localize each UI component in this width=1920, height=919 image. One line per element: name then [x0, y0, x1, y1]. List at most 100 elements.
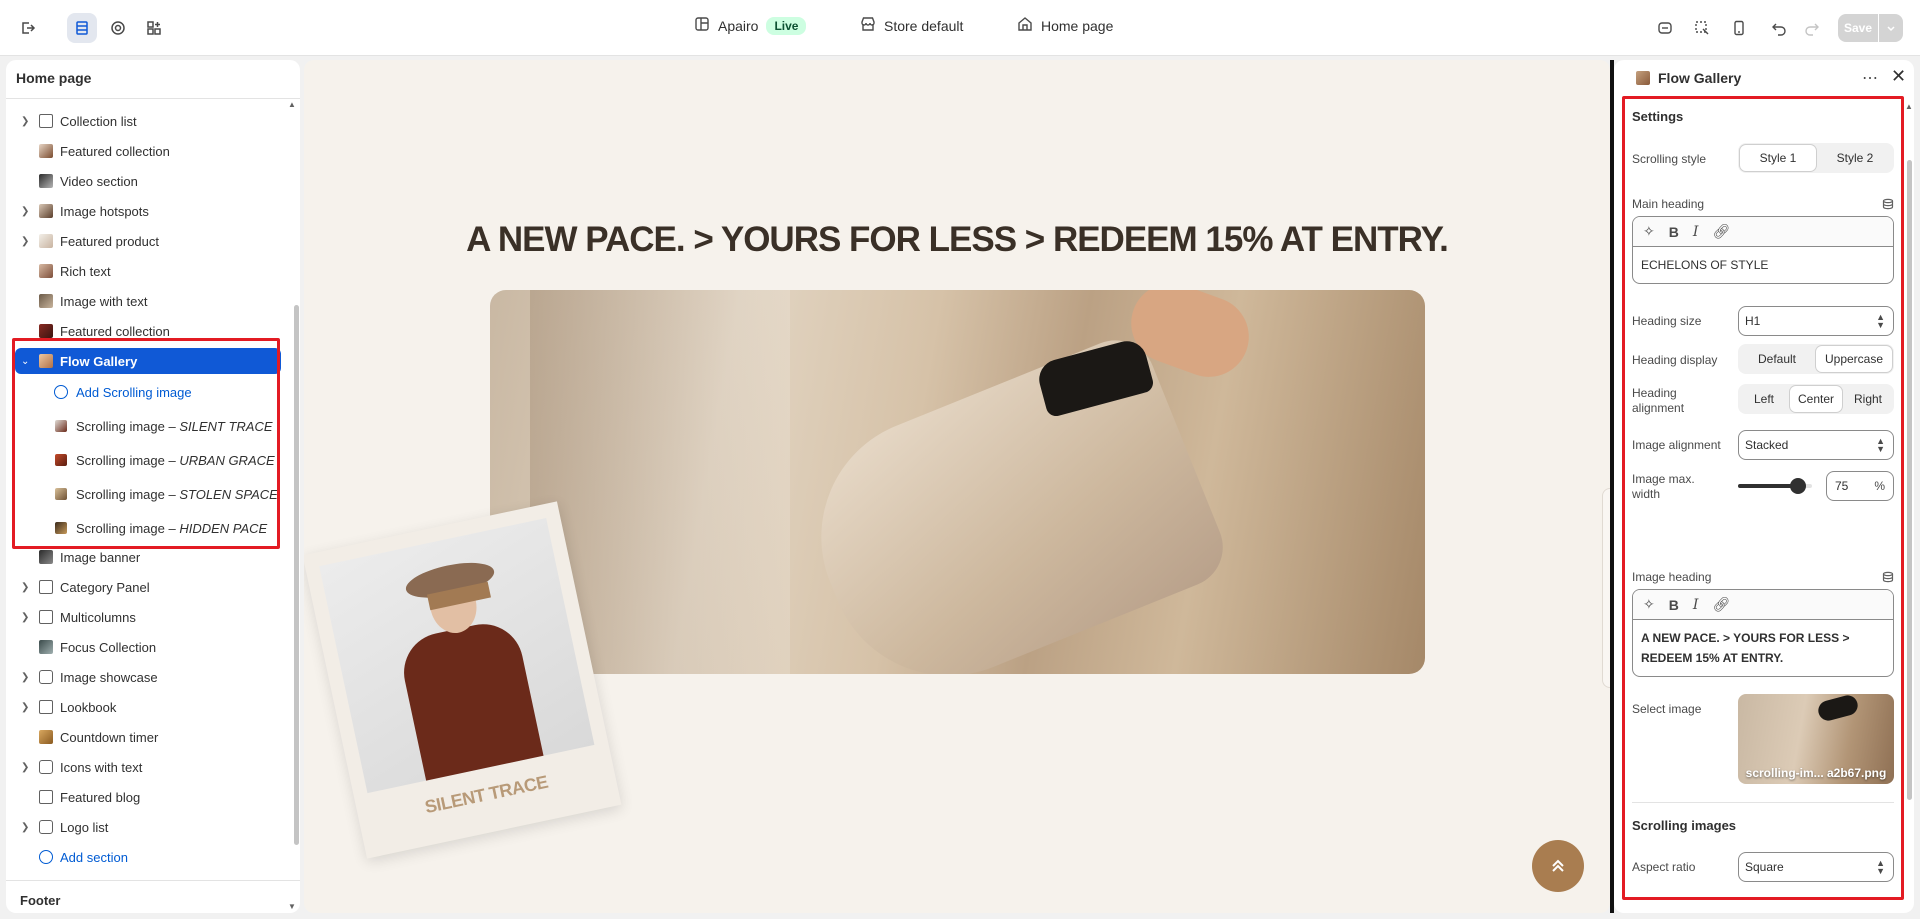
tree-item-flow-gallery[interactable]: ⌄ Flow Gallery	[15, 348, 281, 374]
italic-icon[interactable]: I	[1693, 224, 1699, 240]
close-icon[interactable]: ✕	[1891, 66, 1906, 87]
mobile-view-icon[interactable]	[1724, 13, 1754, 43]
chevron-right-icon[interactable]: ❯	[21, 582, 33, 593]
chevron-right-icon[interactable]: ❯	[21, 236, 33, 247]
image-max-width-slider-knob[interactable]	[1790, 478, 1806, 494]
tree-item-icons-with-text[interactable]: ❯ Icons with text	[6, 754, 288, 780]
tree-item-lookbook[interactable]: ❯ Lookbook	[6, 694, 288, 720]
thumbnail-icon	[39, 144, 53, 158]
tree-item-label: Featured collection	[60, 323, 170, 339]
scrolling-image-prefix: Scrolling image –	[76, 452, 180, 468]
heading-display-option-default[interactable]: Default	[1740, 346, 1814, 372]
link-icon[interactable]: 🔗︎	[1712, 596, 1730, 613]
thumbnail-icon	[39, 324, 53, 338]
exit-icon[interactable]	[13, 13, 43, 43]
scroll-to-top-button[interactable]	[1532, 840, 1584, 892]
tree-item-scrolling-image-hidden-pace[interactable]: Scrolling image – HIDDEN PACE	[6, 515, 288, 541]
tree-item-image-banner[interactable]: Image banner	[6, 544, 288, 570]
add-section-label: Add section	[60, 849, 128, 865]
sidebar-scrollbar[interactable]	[294, 305, 299, 845]
scroll-up-arrow-icon[interactable]: ▲	[288, 100, 296, 109]
section-icon	[39, 700, 53, 714]
bold-icon[interactable]: B	[1669, 224, 1679, 240]
image-max-width-input[interactable]: 75 %	[1826, 471, 1894, 501]
chevron-right-icon[interactable]: ❯	[21, 822, 33, 833]
alignment-option-center[interactable]: Center	[1790, 386, 1842, 412]
italic-icon[interactable]: I	[1693, 597, 1699, 613]
tree-item-image-hotspots[interactable]: ❯ Image hotspots	[6, 198, 288, 224]
alignment-option-left[interactable]: Left	[1740, 386, 1788, 412]
scrolling-style-option-2[interactable]: Style 2	[1818, 145, 1892, 171]
tree-item-video-section[interactable]: Video section	[6, 168, 288, 194]
ai-sparkle-icon[interactable]: ✧	[1643, 223, 1655, 240]
settings-gear-icon[interactable]	[103, 13, 133, 43]
ai-sparkle-icon[interactable]: ✧	[1643, 596, 1655, 613]
tree-item-logo-list[interactable]: ❯ Logo list	[6, 814, 288, 840]
tree-item-rich-text[interactable]: Rich text	[6, 258, 288, 284]
theme-selector[interactable]: Store default	[860, 16, 963, 35]
tree-item-collection-list[interactable]: ❯ Collection list	[6, 108, 288, 134]
scroll-down-arrow-icon[interactable]: ▼	[288, 902, 296, 911]
tree-item-scrolling-image-stolen-space[interactable]: Scrolling image – STOLEN SPACE	[6, 481, 288, 507]
page-selector[interactable]: Home page	[1017, 16, 1113, 35]
tree-item-featured-collection[interactable]: Featured collection	[6, 138, 288, 164]
dynamic-source-icon[interactable]	[1882, 571, 1894, 583]
chevron-right-icon[interactable]: ❯	[21, 206, 33, 217]
tree-item-focus-collection[interactable]: Focus Collection	[6, 634, 288, 660]
tree-item-featured-blog[interactable]: Featured blog	[6, 784, 288, 810]
image-picker[interactable]: scrolling-im... a2b67.png	[1738, 694, 1894, 784]
image-alignment-select[interactable]: Stacked ▲ ▼	[1738, 430, 1894, 460]
add-scrolling-image-link[interactable]: Add Scrolling image	[6, 379, 288, 405]
redo-icon[interactable]	[1797, 13, 1827, 43]
chevron-right-icon[interactable]: ❯	[21, 116, 33, 127]
add-circle-icon	[39, 850, 53, 864]
tree-item-image-showcase[interactable]: ❯ Image showcase	[6, 664, 288, 690]
tree-item-category-panel[interactable]: ❯ Category Panel	[6, 574, 288, 600]
save-options-chevron-icon[interactable]	[1879, 14, 1903, 42]
settings-scrollbar[interactable]	[1907, 160, 1912, 800]
add-section-link[interactable]: Add section	[6, 844, 288, 870]
scroll-up-arrow-icon[interactable]: ▲	[1905, 102, 1913, 111]
select-element-icon[interactable]	[1687, 13, 1717, 43]
undo-icon[interactable]	[1764, 13, 1794, 43]
tree-item-label: Image hotspots	[60, 203, 149, 219]
tree-item-scrolling-image-silent-trace[interactable]: Scrolling image – SILENT TRACE	[6, 413, 288, 439]
store-selector[interactable]: Apairo Live	[694, 16, 807, 35]
more-options-icon[interactable]: ⋯	[1862, 68, 1878, 88]
link-icon[interactable]: 🔗︎	[1712, 223, 1730, 240]
chevron-right-icon[interactable]: ❯	[21, 702, 33, 713]
tree-item-image-with-text[interactable]: Image with text	[6, 288, 288, 314]
aspect-ratio-label: Aspect ratio	[1632, 860, 1696, 874]
hero-image[interactable]	[490, 290, 1425, 674]
section-icon	[39, 114, 53, 128]
image-max-width-unit: %	[1874, 479, 1885, 493]
thumbnail-icon	[55, 454, 67, 466]
image-heading-input[interactable]: A NEW PACE. > YOURS FOR LESS > REDEEM 15…	[1633, 620, 1893, 676]
heading-display-option-uppercase[interactable]: Uppercase	[1816, 346, 1892, 372]
footer-group[interactable]: Footer	[6, 880, 300, 913]
save-button[interactable]: Save	[1838, 14, 1878, 42]
settings-panel: Flow Gallery ⋯ ✕ Settings Scrolling styl…	[1614, 60, 1914, 913]
tree-item-featured-product[interactable]: ❯ Featured product	[6, 228, 288, 254]
heading-display-toggle: Default Uppercase	[1738, 344, 1894, 374]
inspector-icon[interactable]	[1650, 13, 1680, 43]
alignment-option-right[interactable]: Right	[1844, 386, 1892, 412]
heading-size-select[interactable]: H1 ▲ ▼	[1738, 306, 1894, 336]
aspect-ratio-select[interactable]: Square ▲ ▼	[1738, 852, 1894, 882]
tree-item-multicolumns[interactable]: ❯ Multicolumns	[6, 604, 288, 630]
chevron-right-icon[interactable]: ❯	[21, 762, 33, 773]
tree-item-label: Collection list	[60, 113, 137, 129]
tree-item-featured-collection-2[interactable]: Featured collection	[6, 318, 288, 344]
chevron-right-icon[interactable]: ❯	[21, 612, 33, 623]
main-heading-input[interactable]: ECHELONS OF STYLE	[1633, 247, 1893, 283]
tree-item-countdown-timer[interactable]: Countdown timer	[6, 724, 288, 750]
section-thumbnail-icon	[1636, 71, 1650, 85]
apps-icon[interactable]	[139, 13, 169, 43]
sections-icon[interactable]	[67, 13, 97, 43]
bold-icon[interactable]: B	[1669, 597, 1679, 613]
scrolling-style-option-1[interactable]: Style 1	[1740, 145, 1816, 171]
tree-item-scrolling-image-urban-grace[interactable]: Scrolling image – URBAN GRACE	[6, 447, 288, 473]
dynamic-source-icon[interactable]	[1882, 198, 1894, 210]
chevron-down-icon[interactable]: ⌄	[21, 356, 33, 367]
chevron-right-icon[interactable]: ❯	[21, 672, 33, 683]
